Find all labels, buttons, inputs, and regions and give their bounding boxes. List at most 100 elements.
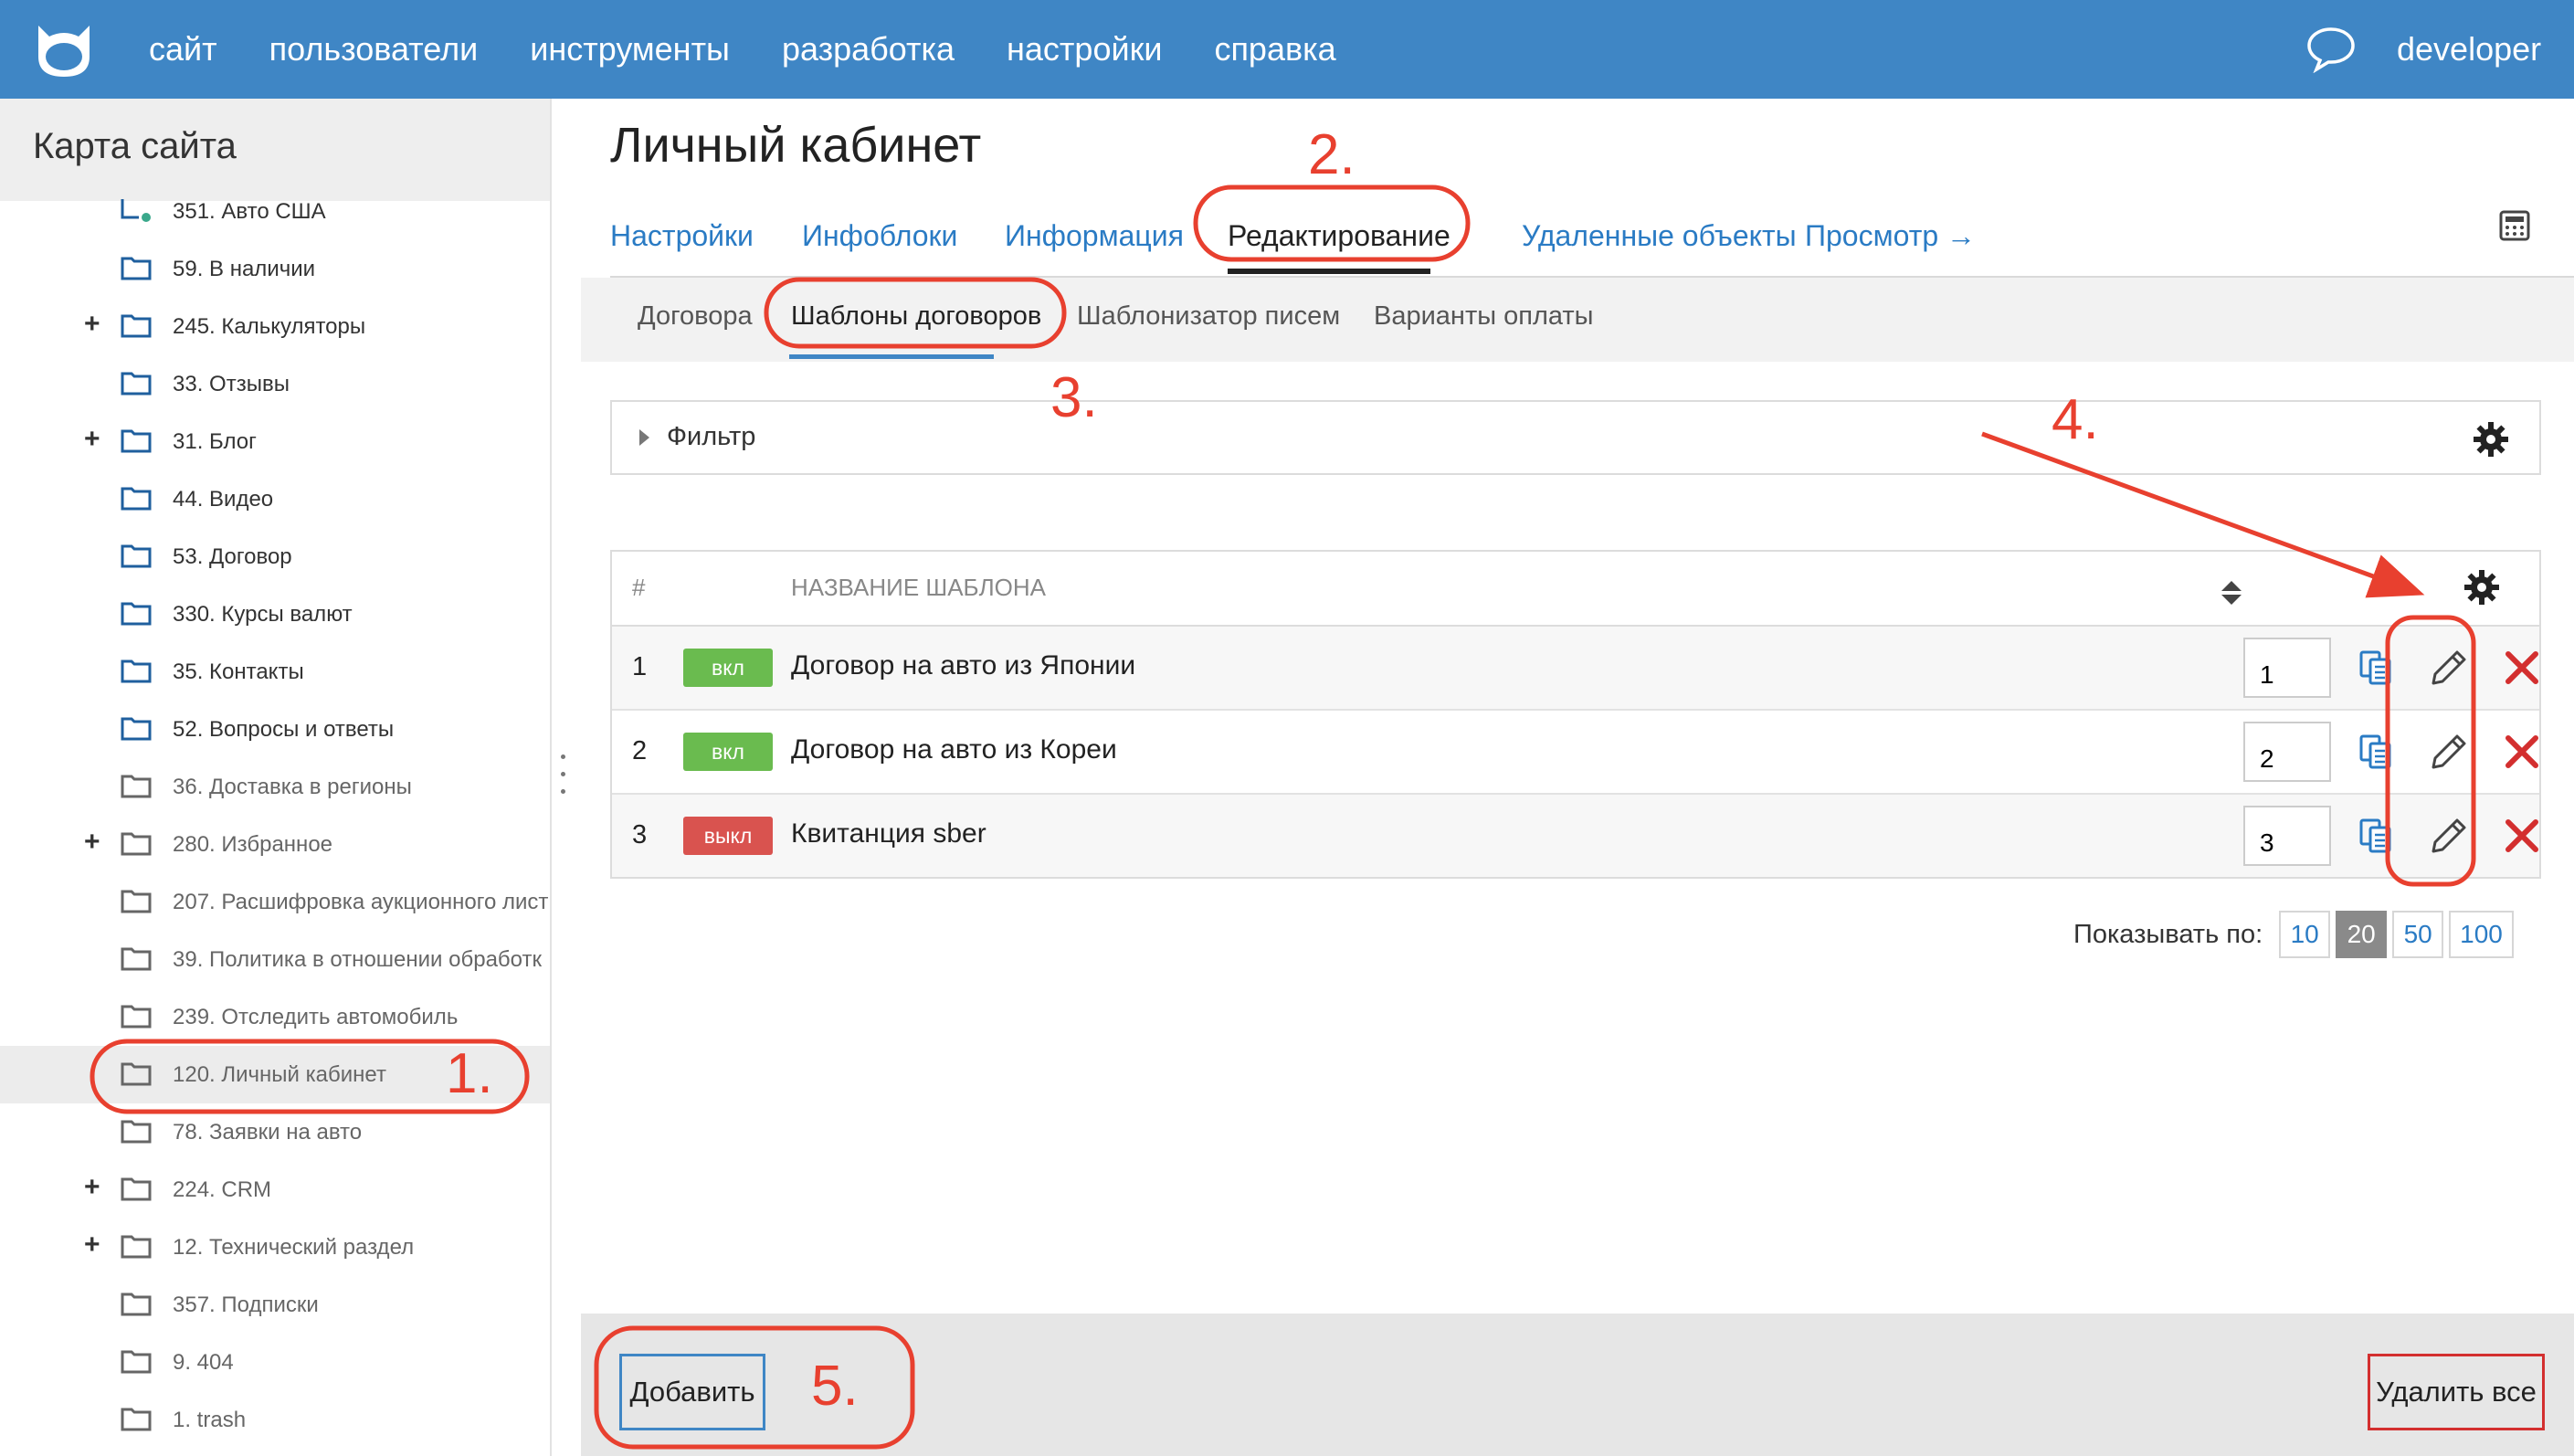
expand-toggle[interactable]: + <box>84 1172 100 1203</box>
template-name[interactable]: Договор на авто из Японии <box>791 650 1135 681</box>
tree-item[interactable]: 44. Видео <box>0 470 550 528</box>
tree-item[interactable]: 59. В наличии <box>0 240 550 298</box>
gear-icon[interactable] <box>2472 420 2510 459</box>
tree-item[interactable]: 78. Заявки на авто <box>0 1103 550 1161</box>
tree-item-label: 35. Контакты <box>173 659 304 684</box>
tree-item[interactable]: 351. Авто США <box>0 183 550 240</box>
status-badge[interactable]: выкл <box>683 817 773 855</box>
table-row: 1 вкл Договор на авто из Японии <box>612 627 2539 711</box>
tree-item[interactable]: 207. Расшифровка аукционного лист <box>0 873 550 931</box>
folder-gray-icon <box>121 1062 152 1086</box>
delete-x-icon[interactable] <box>2503 817 2541 855</box>
expand-toggle[interactable]: + <box>84 424 100 455</box>
filter-panel[interactable]: Фильтр <box>610 400 2541 475</box>
expand-caret-icon[interactable] <box>639 429 649 446</box>
column-header-number: # <box>632 574 646 601</box>
template-name[interactable]: Квитанция sber <box>791 818 986 849</box>
folder-icon <box>121 429 152 453</box>
expand-toggle[interactable]: + <box>84 309 100 340</box>
folder-gray-icon <box>121 1005 152 1029</box>
pencil-edit-icon[interactable] <box>2430 649 2468 687</box>
subtab-letter-templater[interactable]: Шаблонизатор писем <box>1077 301 1340 332</box>
menu-tools[interactable]: инструменты <box>530 30 730 69</box>
tab-information[interactable]: Информация <box>1005 219 1184 253</box>
sidebar-resize-handle[interactable] <box>561 754 566 806</box>
tree-item-label: 207. Расшифровка аукционного лист <box>173 890 549 914</box>
table-row: 2 вкл Договор на авто из Кореи <box>612 711 2539 795</box>
tree-item[interactable]: + 245. Калькуляторы <box>0 298 550 355</box>
tree-item[interactable]: + 280. Избранное <box>0 816 550 873</box>
folder-icon <box>121 314 152 338</box>
filter-label[interactable]: Фильтр <box>667 422 755 452</box>
cat-logo-icon[interactable] <box>31 16 97 82</box>
row-number: 2 <box>632 736 648 765</box>
tree-item[interactable]: 1. trash <box>0 1391 550 1449</box>
page-size-20[interactable]: 20 <box>2336 911 2388 958</box>
priority-input[interactable] <box>2243 638 2331 698</box>
menu-site[interactable]: сайт <box>149 30 217 69</box>
tree-item[interactable]: 52. Вопросы и ответы <box>0 701 550 758</box>
chat-bubble-icon[interactable] <box>2305 26 2357 73</box>
page-size-100[interactable]: 100 <box>2449 911 2514 958</box>
tree-item-label: 36. Доставка в регионы <box>173 775 412 799</box>
tree-item[interactable]: 36. Доставка в регионы <box>0 758 550 816</box>
copy-icon[interactable] <box>2357 817 2395 855</box>
column-header-name[interactable]: НАЗВАНИЕ ШАБЛОНА <box>791 574 1046 602</box>
annotation-number-2: 2. <box>1308 123 1356 186</box>
user-name[interactable]: developer <box>2397 0 2541 99</box>
page-title: Личный кабинет <box>610 118 982 173</box>
tree-item[interactable]: + 12. Технический раздел <box>0 1219 550 1276</box>
calculator-icon[interactable] <box>2499 210 2530 241</box>
tree-item[interactable]: 330. Курсы валют <box>0 586 550 643</box>
expand-toggle[interactable]: + <box>84 1229 100 1261</box>
folder-gray-icon <box>121 1235 152 1259</box>
folder-gray-icon <box>121 890 152 913</box>
delete-x-icon[interactable] <box>2503 649 2541 687</box>
footer-action-bar: Добавить Удалить все <box>581 1314 2574 1456</box>
gear-icon[interactable] <box>2463 568 2501 607</box>
tab-infoblocks[interactable]: Инфоблоки <box>802 219 957 253</box>
priority-input[interactable] <box>2243 806 2331 866</box>
tree-item[interactable]: 33. Отзывы <box>0 355 550 413</box>
tree-item[interactable]: 39. Политика в отношении обработк <box>0 931 550 988</box>
tab-deleted-objects[interactable]: Удаленные объекты <box>1522 219 1797 253</box>
tree-item[interactable]: 9. 404 <box>0 1334 550 1391</box>
annotation-number-4: 4. <box>2052 388 2099 451</box>
priority-input[interactable] <box>2243 722 2331 782</box>
status-badge[interactable]: вкл <box>683 733 773 771</box>
expand-toggle[interactable]: + <box>84 827 100 858</box>
delete-x-icon[interactable] <box>2503 733 2541 771</box>
subtab-contracts[interactable]: Договора <box>638 301 753 332</box>
menu-users[interactable]: пользователи <box>269 30 479 69</box>
pencil-edit-icon[interactable] <box>2430 733 2468 771</box>
tree-item[interactable]: 357. Подписки <box>0 1276 550 1334</box>
tree-item-label: 78. Заявки на авто <box>173 1120 363 1145</box>
tree-item[interactable]: 35. Контакты <box>0 643 550 701</box>
pencil-edit-icon[interactable] <box>2430 817 2468 855</box>
tree-item-label: 53. Договор <box>173 544 292 569</box>
tree-item[interactable]: + 31. Блог <box>0 413 550 470</box>
page-size-50[interactable]: 50 <box>2392 911 2444 958</box>
annotation-number-5: 5. <box>811 1355 859 1418</box>
menu-development[interactable]: разработка <box>782 30 955 69</box>
tree-item-label: 52. Вопросы и ответы <box>173 717 395 742</box>
menu-help[interactable]: справка <box>1214 30 1335 69</box>
add-button[interactable]: Добавить <box>619 1354 765 1430</box>
status-badge[interactable]: вкл <box>683 649 773 687</box>
copy-icon[interactable] <box>2357 733 2395 771</box>
tab-preview[interactable]: Просмотр → <box>1805 219 1976 253</box>
template-name[interactable]: Договор на авто из Кореи <box>791 734 1117 765</box>
menu-settings[interactable]: настройки <box>1007 30 1162 69</box>
tree-item[interactable]: + 224. CRM <box>0 1161 550 1219</box>
delete-all-button[interactable]: Удалить все <box>2368 1354 2545 1430</box>
sort-icon[interactable] <box>2220 579 2243 607</box>
subtab-contract-templates[interactable]: Шаблоны договоров <box>791 301 1041 332</box>
page-size-10[interactable]: 10 <box>2279 911 2331 958</box>
copy-icon[interactable] <box>2357 649 2395 687</box>
tab-settings[interactable]: Настройки <box>610 219 754 253</box>
tab-editing[interactable]: Редактирование <box>1228 219 1451 253</box>
tree-item[interactable]: 239. Отследить автомобиль <box>0 988 550 1046</box>
subtab-payment-options[interactable]: Варианты оплаты <box>1374 301 1594 332</box>
tree-item[interactable]: 53. Договор <box>0 528 550 586</box>
folder-icon <box>121 717 152 741</box>
